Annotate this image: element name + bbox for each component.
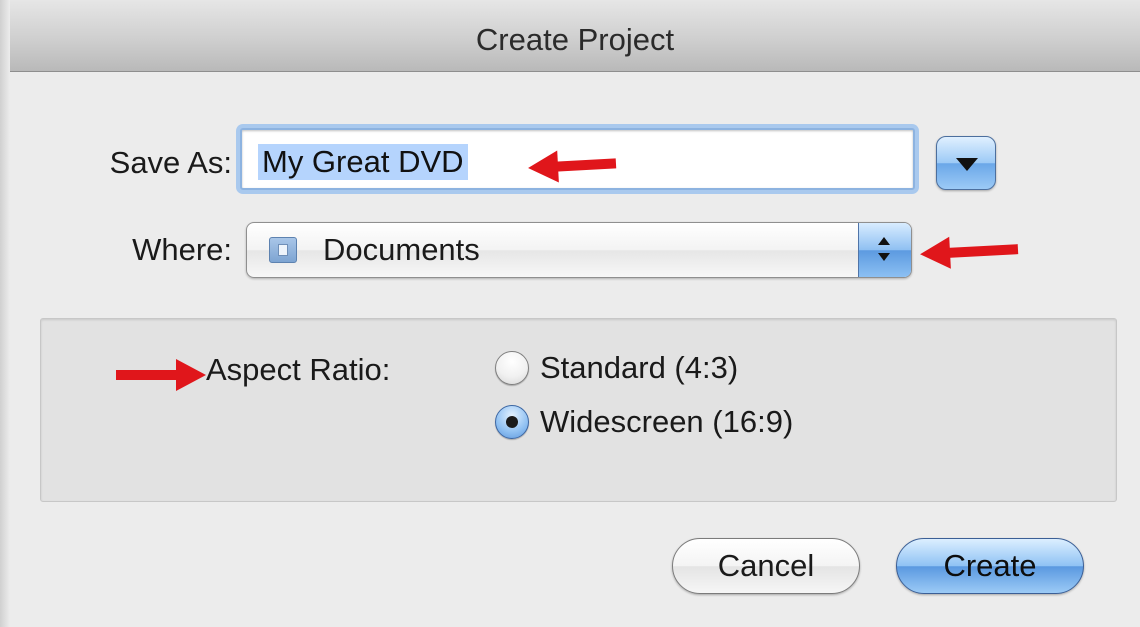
up-down-stepper-icon <box>858 223 911 277</box>
dialog-title-bar[interactable]: Create Project <box>10 0 1140 72</box>
create-button[interactable]: Create <box>896 538 1084 594</box>
save-as-value[interactable]: My Great DVD <box>258 144 468 180</box>
radio-widescreen[interactable] <box>495 405 529 439</box>
dialog-title: Create Project <box>475 22 675 57</box>
radio-widescreen-label[interactable]: Widescreen (16:9) <box>540 404 793 440</box>
radio-standard-label[interactable]: Standard (4:3) <box>540 350 738 386</box>
chevron-down-icon <box>878 253 890 261</box>
where-popup-button[interactable]: Documents <box>246 222 912 278</box>
aspect-ratio-label: Aspect Ratio: <box>206 352 391 387</box>
folder-icon <box>269 237 297 263</box>
red-arrow-icon <box>947 244 1019 258</box>
chevron-up-icon <box>878 237 890 245</box>
expand-save-dialog-button[interactable] <box>936 136 996 190</box>
cancel-button[interactable]: Cancel <box>672 538 860 594</box>
save-as-input[interactable]: My Great DVD <box>240 128 915 190</box>
where-selected-value: Documents <box>323 232 480 267</box>
chevron-down-icon <box>956 158 978 171</box>
radio-standard[interactable] <box>495 351 529 385</box>
red-arrow-icon <box>116 359 206 391</box>
window-edge <box>0 0 10 627</box>
where-label: Where: <box>132 232 232 267</box>
save-as-label: Save As: <box>109 145 232 180</box>
